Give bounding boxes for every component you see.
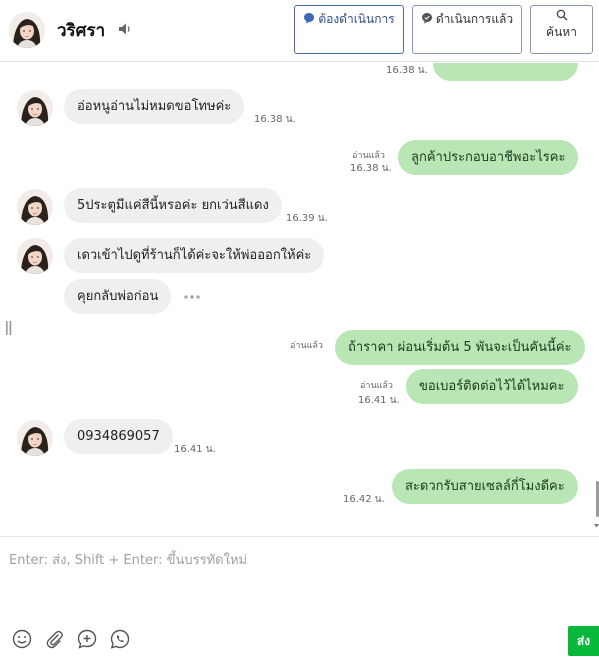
message-time: 16.41 น.: [358, 395, 400, 406]
message-bubble-incoming[interactable]: 0934869057: [64, 419, 173, 454]
message-time: 16.38 น.: [254, 114, 296, 125]
done-button[interactable]: ดำเนินการแล้ว: [412, 5, 522, 54]
avatar[interactable]: [17, 189, 53, 225]
read-receipt: อ่านแล้ว: [360, 381, 393, 391]
done-button-label: ดำเนินการแล้ว: [435, 12, 514, 26]
todo-button-label: ต้องดำเนินการ: [318, 12, 395, 26]
search-button[interactable]: ค้นหา: [530, 5, 593, 54]
message-time: 16.41 น.: [174, 444, 216, 455]
message-input[interactable]: [0, 537, 599, 617]
message-composer: ส่ง: [0, 536, 599, 657]
emoji-icon[interactable]: [11, 628, 33, 650]
resize-handle-icon[interactable]: [6, 321, 12, 335]
scroll-down-arrow-icon[interactable]: [594, 523, 599, 528]
avatar[interactable]: [17, 420, 53, 456]
send-button[interactable]: ส่ง: [568, 626, 599, 656]
message-time: 16.38 น.: [386, 65, 428, 76]
attachment-icon[interactable]: [43, 628, 65, 650]
message-bubble-incoming[interactable]: 5ประตูมีแค่สีนี้หรอค่ะ ยกเว่นสีแดง: [64, 188, 282, 223]
message-bubble-incoming[interactable]: อ่อหนูอ่านไม่หมดขอโทษค่ะ: [64, 89, 245, 124]
read-receipt: อ่านแล้ว: [352, 151, 385, 161]
chat-bubble-icon: [421, 13, 432, 24]
more-icon[interactable]: [183, 294, 201, 300]
whatsapp-icon[interactable]: [109, 628, 131, 650]
avatar[interactable]: [9, 12, 45, 48]
message-time: 16.38 น.: [350, 163, 392, 174]
message-bubble-outgoing[interactable]: [433, 63, 578, 81]
message-bubble-outgoing[interactable]: ถ้าราคา ผ่อนเริ่มต้น 5 พันจะเป็นคันนี้ค่…: [335, 330, 585, 365]
speaker-icon[interactable]: [117, 21, 133, 37]
message-bubble-outgoing[interactable]: ขอเบอร์ติดต่อไว้ได้ไหมคะ: [406, 369, 578, 404]
chat-header: วริศรา ต้องดำเนินการ ดำเนินการแล้ว ค้นหา: [0, 0, 599, 62]
search-icon: [556, 9, 567, 21]
message-bubble-outgoing[interactable]: สะดวกรับสายเซลล์กี่โมงดีคะ: [392, 469, 578, 504]
add-icon[interactable]: [76, 628, 98, 650]
message-bubble-incoming[interactable]: เดวเข้าไปดูที่ร้านก็ได้ค่ะจะให้พ่อออกให้…: [64, 238, 325, 273]
message-time: 16.42 น.: [343, 494, 385, 505]
message-bubble-outgoing[interactable]: ลูกค้าประกอบอาชีพอะไรคะ: [398, 140, 579, 175]
read-receipt: อ่านแล้ว: [290, 341, 323, 351]
contact-name[interactable]: วริศรา: [57, 17, 105, 44]
message-time: 16.39 น.: [286, 213, 328, 224]
message-bubble-incoming[interactable]: คุยกลับพ่อก่อน: [64, 279, 172, 314]
chat-bubble-icon: [304, 13, 315, 24]
search-button-label: ค้นหา: [546, 25, 577, 39]
avatar[interactable]: [17, 90, 53, 126]
todo-button[interactable]: ต้องดำเนินการ: [294, 5, 404, 54]
avatar[interactable]: [17, 238, 53, 274]
chat-history[interactable]: 16.38 น. อ่อหนูอ่านไม่หมดขอโทษค่ะ 16.38 …: [0, 63, 599, 536]
